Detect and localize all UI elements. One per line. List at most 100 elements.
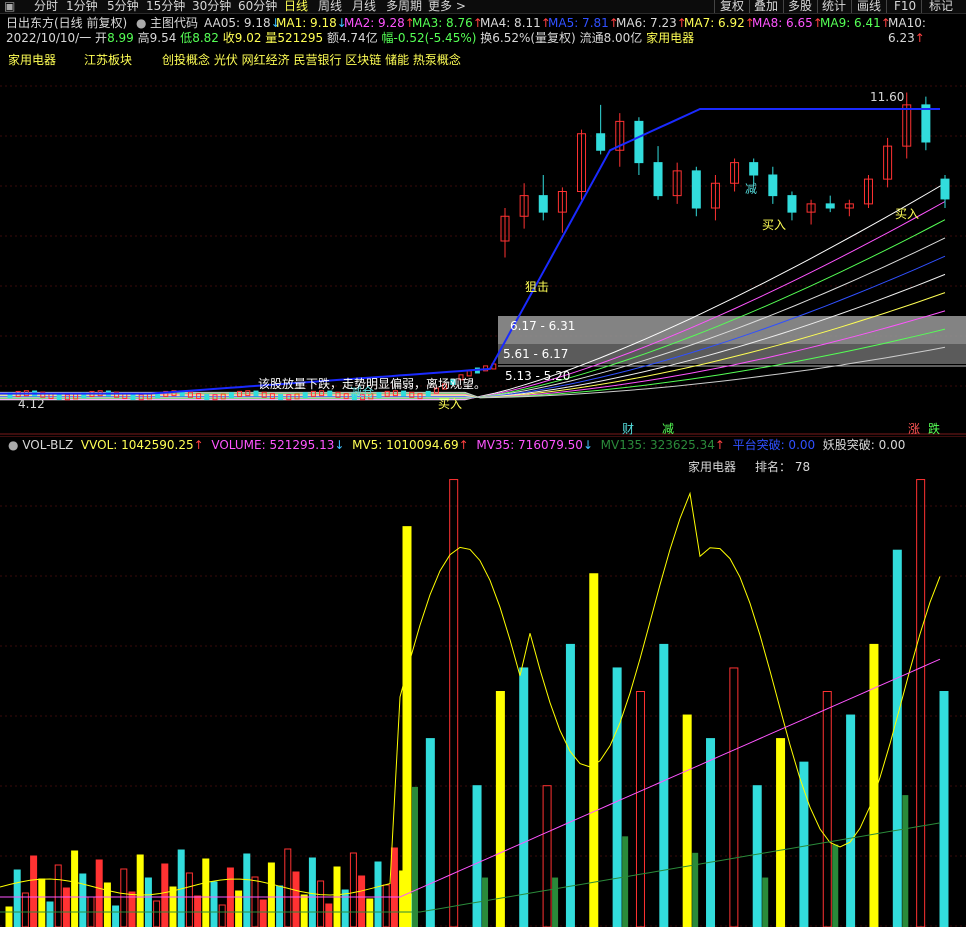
ma-legend-label: MA4: 8.11	[480, 16, 541, 30]
tab-1min[interactable]: 1分钟	[66, 0, 98, 13]
high-label: 高	[137, 31, 150, 45]
tab-15min[interactable]: 15分钟	[146, 0, 185, 13]
volume-bar	[939, 691, 949, 927]
ma-trend-arrow: ↑	[914, 31, 925, 45]
multi-stock-button[interactable]: 多股	[788, 0, 812, 13]
amount-label: 额	[326, 31, 339, 45]
float-shares: 流通8.00亿	[579, 31, 643, 45]
stats-button[interactable]: 统计	[822, 0, 846, 13]
draw-button[interactable]: 画线	[857, 0, 881, 13]
ohlc-info-row: 2022/10/10/一 开8.99 高9.54 低8.82 收9.02 量52…	[6, 31, 694, 46]
volume-bar	[799, 761, 809, 927]
volume-bar	[13, 869, 21, 927]
candle-body	[940, 178, 950, 200]
tab-30min[interactable]: 30分钟	[192, 0, 231, 13]
volume-bar	[472, 785, 482, 927]
volume-bar	[79, 873, 87, 927]
chart-annotation: 买入	[438, 397, 462, 411]
volume-bar	[449, 479, 459, 927]
volume-bar	[390, 847, 398, 927]
change-value: -0.52(-5.45%)	[393, 31, 477, 45]
candle-body	[825, 203, 835, 209]
ma-legend-item: MA2: 9.28↑	[344, 16, 415, 31]
stock-title: 日出东方(日线 前复权)	[6, 16, 128, 30]
candle-body	[921, 104, 931, 143]
volume-bar	[542, 785, 552, 927]
tab-more[interactable]: 更多 >	[428, 0, 466, 13]
volume-bar	[635, 691, 645, 927]
window-icon[interactable]: ▣	[4, 0, 15, 13]
volume-bar	[776, 738, 786, 927]
volume-bar	[243, 853, 251, 927]
turnover: 换6.52%(量复权)	[480, 31, 576, 45]
volume-bar	[71, 850, 79, 927]
chart-annotation: 减	[662, 422, 674, 436]
volume-bar	[161, 863, 169, 927]
volume-bar	[565, 643, 575, 927]
volume-bar	[341, 889, 349, 927]
indicator-dropdown-icon[interactable]: ●	[136, 16, 146, 31]
ma-legend-item: MA8: 6.65↑	[752, 16, 823, 31]
candle-body	[596, 133, 606, 151]
volume-bar	[267, 862, 275, 927]
close-label: 收	[222, 31, 235, 45]
low-label: 低	[180, 31, 193, 45]
volume-bar	[366, 898, 374, 927]
volume-bar	[659, 643, 669, 927]
candle-body	[376, 392, 382, 399]
volume-bar	[5, 906, 13, 927]
volume-bar	[300, 894, 308, 927]
ma-legend-item: MA7: 6.92↑	[684, 16, 755, 31]
candle-body	[425, 390, 431, 397]
mv5-line	[0, 491, 941, 896]
tab-5min[interactable]: 5分钟	[107, 0, 139, 13]
ma-legend-label: MA9: 6.41	[820, 16, 881, 30]
candle-body	[253, 390, 259, 397]
tab-weekly[interactable]: 周线	[318, 0, 342, 13]
ma-legend-item: MA6: 7.23↑	[616, 16, 687, 31]
overlay-button[interactable]: 叠加	[754, 0, 778, 13]
ma-legend-label: AA05: 9.18	[204, 16, 271, 30]
volume-bar	[349, 852, 357, 927]
volume-bar	[153, 900, 161, 927]
volume-bar	[95, 859, 103, 927]
candlestick-chart[interactable]: 11.60 4.12 6.17 - 6.31 5.61 - 6.17 5.13 - 5.…	[0, 66, 966, 436]
tab-multi-period[interactable]: 多周期	[386, 0, 422, 13]
volume-bar	[822, 691, 832, 927]
candle-body	[634, 120, 644, 164]
chart-annotation: 5.13 - 5.20	[505, 369, 570, 383]
tab-daily[interactable]: 日线	[284, 0, 308, 13]
candle-body	[56, 394, 62, 401]
tab-fenshi[interactable]: 分时	[34, 0, 58, 13]
volume-bar	[495, 691, 505, 927]
open-value: 8.99	[107, 31, 134, 45]
volume-bar	[382, 884, 390, 927]
ma-legend-label: MA7: 6.92	[684, 16, 745, 30]
volume-bar	[612, 667, 622, 927]
volume-bar	[30, 855, 38, 927]
volume-bar	[832, 844, 839, 927]
tab-60min[interactable]: 60分钟	[238, 0, 277, 13]
volume-bar	[589, 573, 599, 927]
volume-bar	[412, 786, 418, 927]
ma-legend-item: MA1: 9.18↓	[276, 16, 347, 31]
volume-chart[interactable]	[0, 436, 966, 927]
indicator-name[interactable]: 主图代码	[150, 16, 198, 31]
close-value: 9.02	[234, 31, 262, 45]
volume-bar	[846, 714, 856, 927]
chart-annotation: 6.17 - 6.31	[510, 319, 575, 333]
ma-legend-label: MA1: 9.18	[276, 16, 337, 30]
change-label: 幅	[381, 31, 394, 45]
volume-bar	[202, 858, 210, 927]
restore-button[interactable]: 复权	[720, 0, 744, 13]
volume-grid	[0, 505, 966, 927]
volume-bar	[892, 549, 902, 927]
volume-bar	[251, 876, 259, 927]
mark-button[interactable]: 标记	[929, 0, 953, 13]
chart-annotation: 财	[622, 422, 634, 436]
tab-monthly[interactable]: 月线	[352, 0, 376, 13]
high-value: 9.54	[149, 31, 177, 45]
f10-button[interactable]: F10	[894, 0, 916, 13]
ma-legend-item: MA4: 8.11↑	[480, 16, 551, 31]
chart-annotation: 5.61 - 6.17	[503, 347, 568, 361]
